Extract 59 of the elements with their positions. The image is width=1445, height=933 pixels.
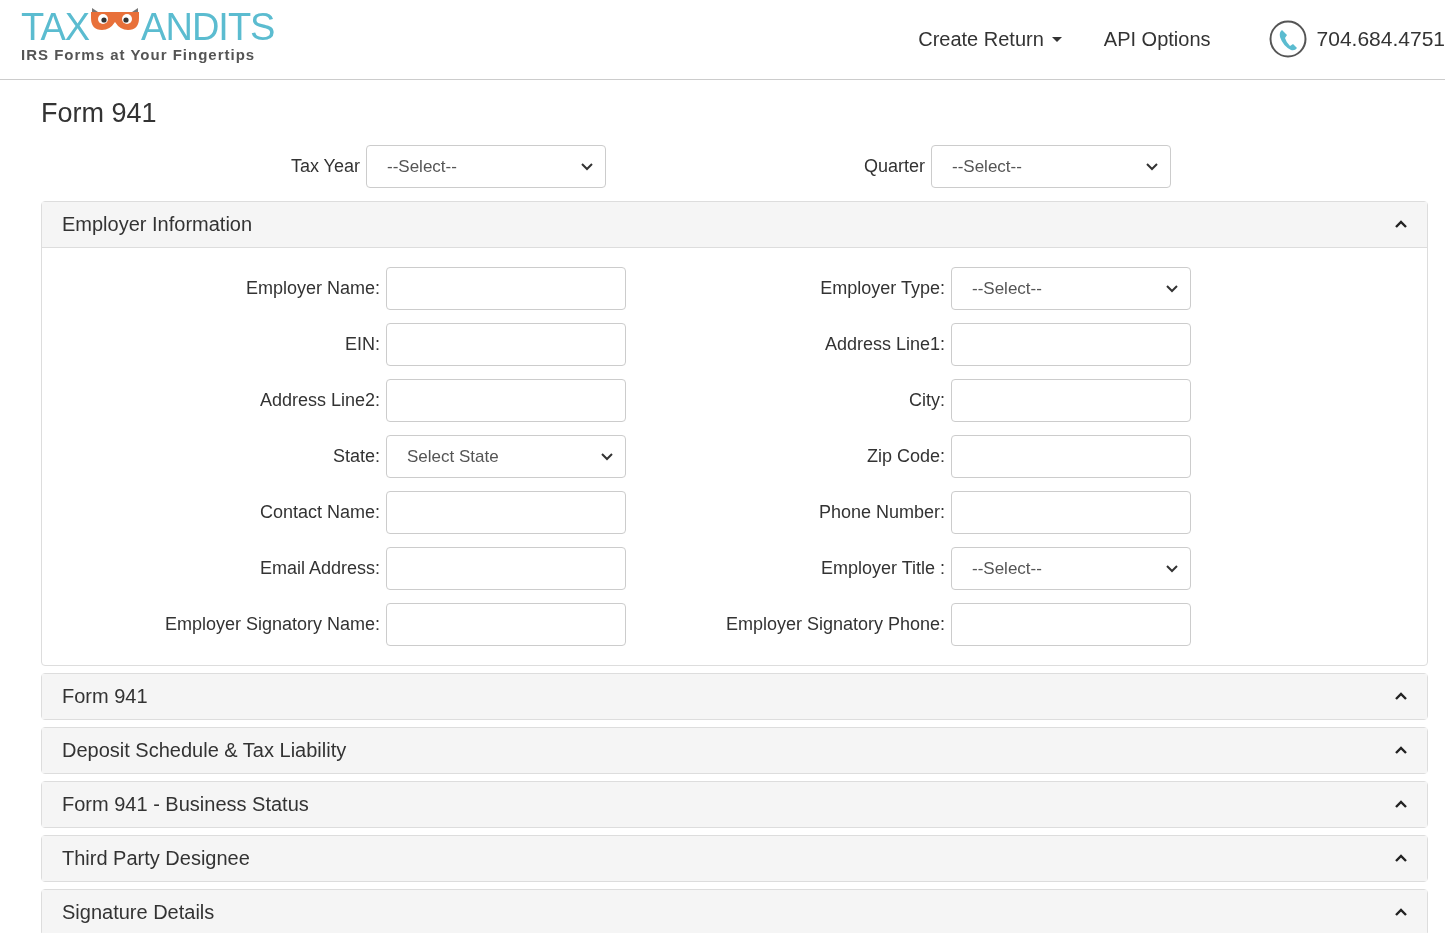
dropdown[interactable]: --Select--: [951, 267, 1191, 310]
dropdown[interactable]: Select State: [386, 435, 626, 478]
caret-icon: [1051, 37, 1062, 42]
chevron-down-icon: [1146, 162, 1158, 171]
input-field[interactable]: [386, 379, 626, 422]
logo-tagline: IRS Forms at Your Fingertips: [21, 46, 257, 63]
nav-link[interactable]: API Options: [1103, 28, 1211, 51]
owl-mask-icon: [90, 8, 141, 32]
panel-header[interactable]: Deposit Schedule & Tax Liability: [42, 728, 1427, 773]
chevron-up-icon: [1395, 854, 1407, 863]
phone-number: 704.684.4751: [1316, 26, 1445, 51]
chevron-down-icon: [601, 452, 613, 461]
chevron-up-icon: [1395, 800, 1407, 809]
chevron-down-icon: [1166, 284, 1178, 293]
field-label: Employer Type:: [819, 278, 945, 299]
panel-header[interactable]: Employer Information: [42, 202, 1427, 247]
field-label: Employer Name:: [244, 278, 380, 299]
input-field[interactable]: [951, 435, 1191, 478]
chevron-up-icon: [1395, 746, 1407, 755]
logo-text: TAX: [21, 8, 90, 46]
input-field[interactable]: [386, 491, 626, 534]
field-label: Employer Title :: [819, 558, 945, 579]
panel-header[interactable]: Third Party Designee: [42, 836, 1427, 881]
field-label: Email Address:: [258, 558, 380, 579]
input-field[interactable]: [951, 323, 1191, 366]
field-label: Quarter: [862, 156, 925, 177]
input-field[interactable]: [386, 603, 626, 646]
field-label: Zip Code:: [865, 446, 945, 467]
input-field[interactable]: [951, 379, 1191, 422]
phone-icon: [1268, 19, 1307, 58]
logo-text: ANDITS: [141, 8, 275, 46]
chevron-down-icon: [581, 162, 593, 171]
dropdown[interactable]: --Select--: [951, 547, 1191, 590]
field-label: Phone Number:: [817, 502, 945, 523]
field-label: Address Line2:: [258, 390, 380, 411]
panel-header[interactable]: Form 941: [42, 674, 1427, 719]
nav-link[interactable]: Create Return: [918, 28, 1062, 51]
field-label: Tax Year: [289, 156, 360, 177]
dropdown[interactable]: --Select--: [366, 145, 606, 188]
panel-header[interactable]: Form 941 - Business Status: [42, 782, 1427, 827]
field-label: Employer Signatory Phone:: [724, 614, 945, 635]
page-title: Form 941: [41, 98, 158, 129]
chevron-up-icon: [1395, 692, 1407, 701]
input-field[interactable]: [386, 323, 626, 366]
field-label: Address Line1:: [823, 334, 945, 355]
input-field[interactable]: [386, 547, 626, 590]
field-label: Employer Signatory Name:: [163, 614, 380, 635]
field-label: Contact Name:: [258, 502, 380, 523]
input-field[interactable]: [951, 603, 1191, 646]
chevron-up-icon: [1395, 908, 1407, 917]
field-label: City:: [908, 390, 945, 411]
field-label: EIN:: [344, 334, 380, 355]
chevron-up-icon: [1395, 220, 1407, 229]
chevron-down-icon: [1166, 564, 1178, 573]
panel-header[interactable]: Signature Details: [42, 890, 1427, 933]
input-field[interactable]: [951, 491, 1191, 534]
field-label: State:: [331, 446, 380, 467]
dropdown[interactable]: --Select--: [931, 145, 1171, 188]
input-field[interactable]: [386, 267, 626, 310]
